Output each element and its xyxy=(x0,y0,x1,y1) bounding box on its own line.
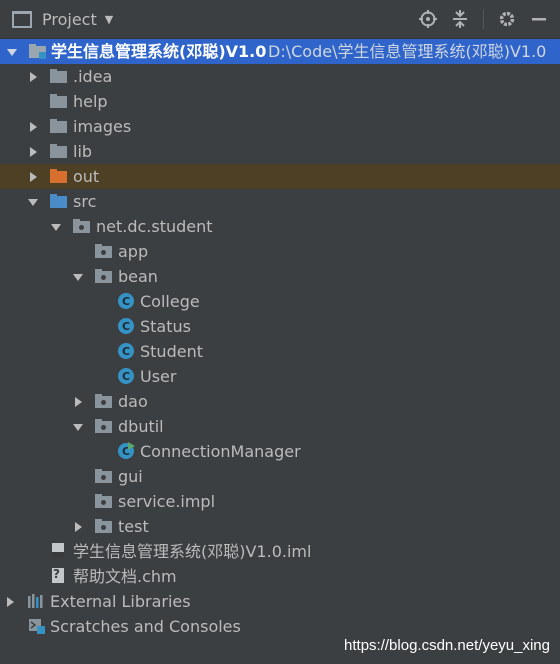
tree-row-lib[interactable]: lib xyxy=(0,139,560,164)
tree-item-label: .idea xyxy=(73,67,113,86)
tree-item-label: out xyxy=(73,167,100,186)
expanded-arrow-icon[interactable] xyxy=(72,271,84,283)
tree-item-label: app xyxy=(118,242,149,261)
expanded-arrow-icon[interactable] xyxy=(6,46,18,58)
run-marker-icon xyxy=(128,442,135,450)
collapse-all-icon[interactable] xyxy=(449,8,471,30)
tree-item-label: images xyxy=(73,117,132,136)
tree-row-package[interactable]: net.dc.student xyxy=(0,214,560,239)
collapsed-arrow-icon[interactable] xyxy=(72,396,84,408)
tree-item-label: lib xyxy=(73,142,93,161)
tree-row-gui[interactable]: gui xyxy=(0,464,560,489)
collapsed-arrow-icon[interactable] xyxy=(72,521,84,533)
collapsed-arrow-icon[interactable] xyxy=(27,146,39,158)
tree-item-label: College xyxy=(140,292,200,311)
package-icon xyxy=(95,419,113,435)
iml-file-icon xyxy=(52,543,64,558)
tree-item-label: service.impl xyxy=(118,492,216,511)
tree-row-help[interactable]: help xyxy=(0,89,560,114)
tree-row-bean[interactable]: bean xyxy=(0,264,560,289)
unknown-file-icon: ? xyxy=(52,567,64,583)
library-icon xyxy=(27,593,45,609)
project-toolbar: Project ▼ xyxy=(0,0,560,39)
tree-row-dbutil[interactable]: dbutil xyxy=(0,414,560,439)
chevron-down-icon: ▼ xyxy=(104,12,114,26)
tree-row-root[interactable]: 学生信息管理系统(邓聪)V1.0 D:\Code\学生信息管理系统(邓聪)V1.… xyxy=(0,39,560,64)
expanded-arrow-icon[interactable] xyxy=(50,221,62,233)
tree-item-label: Student xyxy=(140,342,203,361)
package-icon xyxy=(95,494,113,510)
package-icon xyxy=(95,269,113,285)
folder-icon xyxy=(50,119,68,135)
tree-row-src[interactable]: src xyxy=(0,189,560,214)
expanded-arrow-icon[interactable] xyxy=(72,421,84,433)
source-folder-icon xyxy=(50,194,68,210)
collapsed-arrow-icon[interactable] xyxy=(27,121,39,133)
package-icon xyxy=(95,394,113,410)
tree-row-out[interactable]: out xyxy=(0,164,560,189)
collapsed-arrow-icon[interactable] xyxy=(27,71,39,83)
package-icon xyxy=(73,219,91,235)
class-icon: C xyxy=(118,293,134,309)
expanded-arrow-icon[interactable] xyxy=(27,196,39,208)
root-path: D:\Code\学生信息管理系统(邓聪)V1.0 xyxy=(268,42,547,61)
tree-row-images[interactable]: images xyxy=(0,114,560,139)
tree-item-label: External Libraries xyxy=(50,592,191,611)
tree-row-connection-manager[interactable]: C ConnectionManager xyxy=(0,439,560,464)
tree-item-label: net.dc.student xyxy=(96,217,213,236)
tree-item-label: dao xyxy=(118,392,148,411)
project-window-icon xyxy=(12,10,32,28)
class-icon: C xyxy=(118,318,134,334)
tree-row-service-impl[interactable]: service.impl xyxy=(0,489,560,514)
watermark: https://blog.csdn.net/yeyu_xing xyxy=(344,637,550,654)
tree-item-label: 帮助文档.chm xyxy=(73,567,177,586)
folder-icon xyxy=(50,94,68,110)
folder-icon xyxy=(50,69,68,85)
module-folder-icon xyxy=(29,44,47,60)
tree-row-scratches[interactable]: Scratches and Consoles xyxy=(0,614,560,639)
collapsed-arrow-icon[interactable] xyxy=(27,171,39,183)
tree-item-label: dbutil xyxy=(118,417,164,436)
toolbar-divider xyxy=(483,9,484,29)
tree-row-chm-file[interactable]: ? 帮助文档.chm xyxy=(0,564,560,589)
tree-item-label: test xyxy=(118,517,149,536)
tree-row-external-libraries[interactable]: External Libraries xyxy=(0,589,560,614)
scratches-icon xyxy=(28,618,46,634)
locate-icon[interactable] xyxy=(417,8,439,30)
tree-row-iml-file[interactable]: 学生信息管理系统(邓聪)V1.0.iml xyxy=(0,539,560,564)
tree-row-status[interactable]: C Status xyxy=(0,314,560,339)
tree-item-label: gui xyxy=(118,467,143,486)
tree-row-test[interactable]: test xyxy=(0,514,560,539)
tree-row-student[interactable]: C Student xyxy=(0,339,560,364)
project-view-title: Project xyxy=(42,9,97,29)
tree-row-dao[interactable]: dao xyxy=(0,389,560,414)
package-icon xyxy=(95,469,113,485)
package-icon xyxy=(95,244,113,260)
tree-row-idea[interactable]: .idea xyxy=(0,64,560,89)
package-icon xyxy=(95,519,113,535)
collapsed-arrow-icon[interactable] xyxy=(4,596,16,608)
tree-item-label: 学生信息管理系统(邓聪)V1.0.iml xyxy=(73,542,312,561)
tree-row-college[interactable]: C College xyxy=(0,289,560,314)
tree-row-app[interactable]: app xyxy=(0,239,560,264)
tree-item-label: Status xyxy=(140,317,191,336)
tree-item-label: src xyxy=(73,192,97,211)
folder-icon xyxy=(50,144,68,160)
tree-item-label: ConnectionManager xyxy=(140,442,301,461)
class-icon: C xyxy=(118,368,134,384)
excluded-folder-icon xyxy=(50,169,68,185)
tree-item-label: User xyxy=(140,367,177,386)
tree-item-label: help xyxy=(73,92,108,111)
gear-icon[interactable] xyxy=(496,8,518,30)
class-icon: C xyxy=(118,343,134,359)
tree-row-user[interactable]: C User xyxy=(0,364,560,389)
root-label: 学生信息管理系统(邓聪)V1.0 xyxy=(51,42,267,61)
tree-item-label: bean xyxy=(118,267,158,286)
hide-icon[interactable] xyxy=(528,8,550,30)
project-view-selector[interactable]: Project ▼ xyxy=(12,0,113,38)
tree-item-label: Scratches and Consoles xyxy=(50,617,241,636)
